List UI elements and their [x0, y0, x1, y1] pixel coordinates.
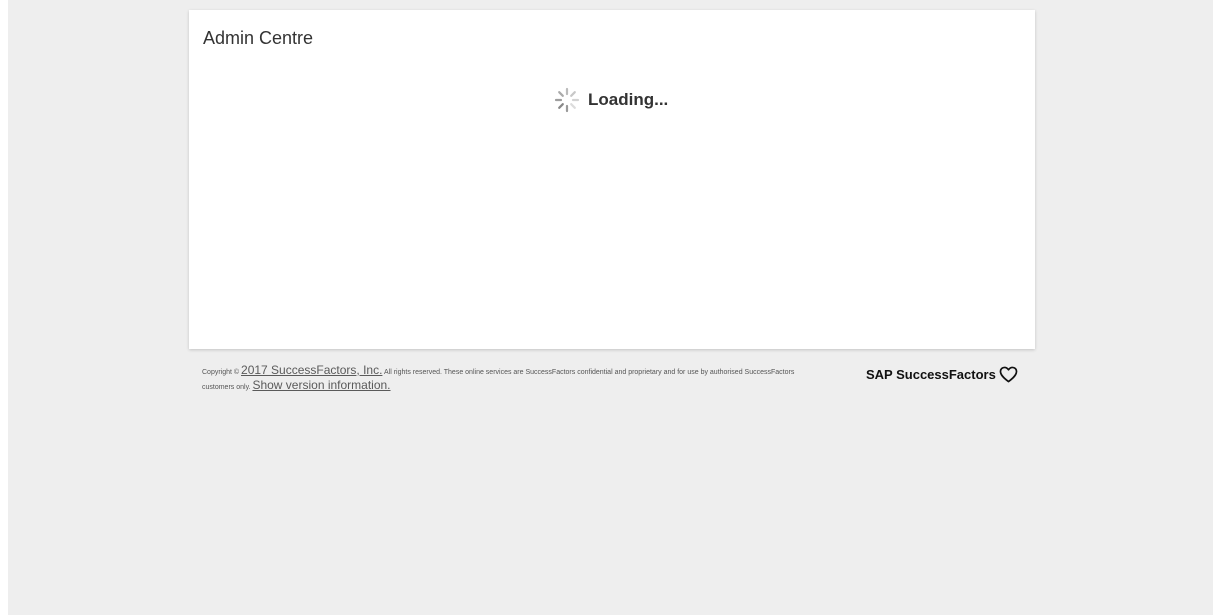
- show-version-link[interactable]: Show version information.: [252, 378, 390, 392]
- loading-indicator: Loading...: [553, 86, 668, 114]
- copyright-notice: Copyright © 2017 SuccessFactors, Inc. Al…: [202, 364, 802, 394]
- main-panel: [189, 10, 1035, 349]
- heart-icon: [999, 366, 1018, 383]
- page-title: Admin Centre: [203, 28, 314, 48]
- sap-successfactors-logo: SAP SuccessFactors: [866, 366, 1018, 383]
- copyright-prefix: Copyright ©: [202, 369, 240, 376]
- loading-spinner-icon: [554, 87, 580, 113]
- brand-text: SAP SuccessFactors: [866, 367, 996, 382]
- loading-text: Loading...: [588, 90, 669, 109]
- company-link[interactable]: 2017 SuccessFactors, Inc.: [241, 363, 382, 377]
